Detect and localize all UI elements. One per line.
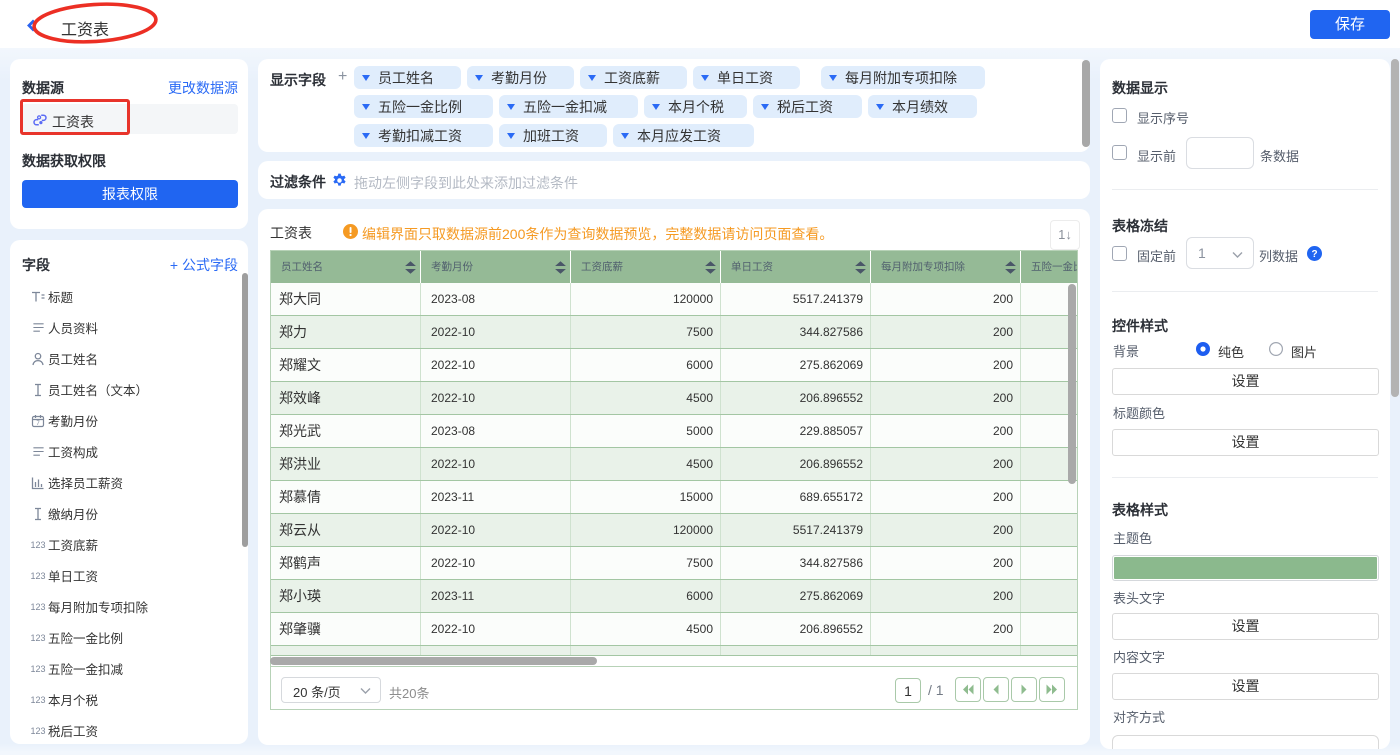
svg-text:?: ? [1311,249,1317,260]
